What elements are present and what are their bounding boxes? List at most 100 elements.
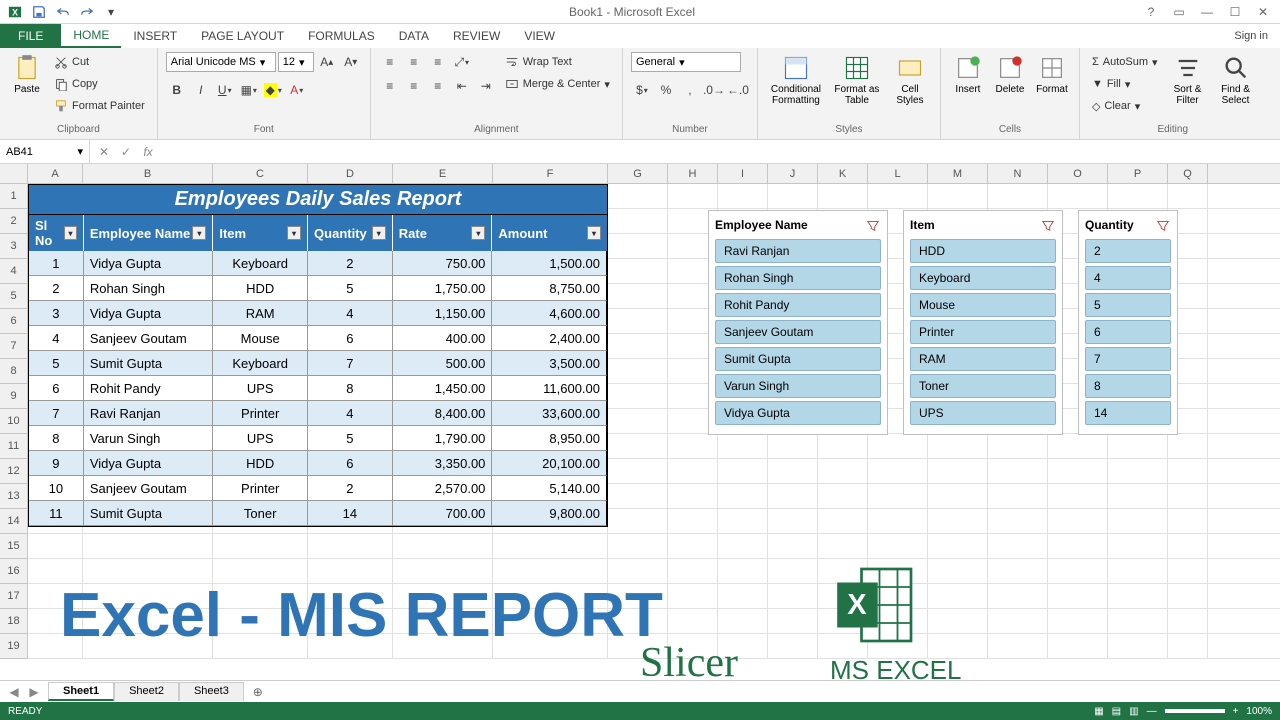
font-size-select[interactable]: 12▾: [278, 52, 314, 72]
cell[interactable]: 8: [29, 426, 84, 451]
autosum-button[interactable]: Σ AutoSum ▾: [1088, 52, 1162, 72]
cell[interactable]: 2,570.00: [393, 476, 493, 501]
fill-color-button[interactable]: ◆: [262, 80, 284, 100]
view-normal-button[interactable]: ▦: [1094, 706, 1103, 717]
cell[interactable]: 500.00: [393, 351, 493, 376]
cell[interactable]: HDD: [213, 451, 308, 476]
border-button[interactable]: ▦: [238, 80, 260, 100]
cell[interactable]: 7: [308, 351, 393, 376]
cell[interactable]: 2,400.00: [492, 326, 607, 351]
tab-page-layout[interactable]: PAGE LAYOUT: [189, 24, 296, 48]
cell[interactable]: Printer: [213, 476, 308, 501]
save-button[interactable]: [28, 2, 50, 22]
slicer-item[interactable]: 8: [1085, 374, 1171, 398]
font-name-select[interactable]: Arial Unicode MS▾: [166, 52, 276, 72]
slicer-quantity[interactable]: Quantity24567814: [1078, 210, 1178, 435]
row-header[interactable]: 1: [0, 184, 28, 209]
percent-button[interactable]: %: [655, 80, 677, 100]
increase-decimal-button[interactable]: .0→: [703, 80, 725, 100]
sign-in-link[interactable]: Sign in: [1222, 24, 1280, 48]
column-header[interactable]: P: [1108, 164, 1168, 183]
cell[interactable]: HDD: [213, 276, 308, 301]
clear-filter-icon[interactable]: [1040, 217, 1056, 233]
cell[interactable]: RAM: [213, 301, 308, 326]
tab-insert[interactable]: INSERT: [121, 24, 189, 48]
row-header[interactable]: 14: [0, 509, 28, 534]
slicer-item[interactable]: 5: [1085, 293, 1171, 317]
minimize-button[interactable]: —: [1194, 3, 1220, 21]
tab-view[interactable]: VIEW: [512, 24, 567, 48]
row-header[interactable]: 10: [0, 409, 28, 434]
bold-button[interactable]: B: [166, 80, 188, 100]
cell[interactable]: 700.00: [393, 501, 493, 526]
table-row[interactable]: 6Rohit PandyUPS81,450.0011,600.00: [29, 376, 607, 401]
column-header-employee-name[interactable]: Employee Name▾: [84, 215, 214, 251]
cell[interactable]: 20,100.00: [492, 451, 607, 476]
zoom-in-button[interactable]: +: [1233, 706, 1239, 717]
cell[interactable]: 8,400.00: [393, 401, 493, 426]
merge-center-button[interactable]: Merge & Center ▾: [501, 74, 614, 94]
cell[interactable]: 5: [308, 276, 393, 301]
file-tab[interactable]: FILE: [0, 24, 61, 48]
table-row[interactable]: 10Sanjeev GoutamPrinter22,570.005,140.00: [29, 476, 607, 501]
tab-review[interactable]: REVIEW: [441, 24, 512, 48]
format-as-table-button[interactable]: Format as Table: [830, 52, 884, 108]
cell[interactable]: 33,600.00: [492, 401, 607, 426]
align-right-button[interactable]: ≡: [427, 76, 449, 96]
name-box[interactable]: AB41▾: [0, 140, 90, 163]
help-button[interactable]: ?: [1138, 3, 1164, 21]
zoom-slider[interactable]: [1165, 709, 1225, 713]
cell[interactable]: Vidya Gupta: [84, 251, 214, 276]
slicer-item[interactable]: 2: [1085, 239, 1171, 263]
indent-inc-button[interactable]: ⇥: [475, 76, 497, 96]
row-header[interactable]: 9: [0, 384, 28, 409]
row-header[interactable]: 18: [0, 609, 28, 634]
cell[interactable]: 3,350.00: [393, 451, 493, 476]
slicer-item[interactable]: 6: [1085, 320, 1171, 344]
view-pagebreak-button[interactable]: ▥: [1129, 706, 1138, 717]
zoom-out-button[interactable]: —: [1147, 706, 1157, 717]
cell[interactable]: Vidya Gupta: [84, 301, 214, 326]
row-header[interactable]: 4: [0, 259, 28, 284]
accounting-format-button[interactable]: $: [631, 80, 653, 100]
sheet-tab-sheet2[interactable]: Sheet2: [114, 682, 179, 701]
slicer-item[interactable]: Vidya Gupta: [715, 401, 881, 425]
table-row[interactable]: 5Sumit GuptaKeyboard7500.003,500.00: [29, 351, 607, 376]
column-header[interactable]: I: [718, 164, 768, 183]
column-header-rate[interactable]: Rate▾: [393, 215, 493, 251]
slicer-item[interactable]: HDD: [910, 239, 1056, 263]
undo-button[interactable]: [52, 2, 74, 22]
fx-button[interactable]: fx: [138, 142, 158, 162]
cell[interactable]: 3,500.00: [492, 351, 607, 376]
cell[interactable]: 4: [29, 326, 84, 351]
cell[interactable]: Rohan Singh: [84, 276, 214, 301]
filter-icon[interactable]: ▾: [192, 226, 206, 240]
qat-customize-icon[interactable]: ▾: [100, 2, 122, 22]
cell[interactable]: UPS: [213, 376, 308, 401]
filter-icon[interactable]: ▾: [64, 226, 77, 240]
indent-dec-button[interactable]: ⇤: [451, 76, 473, 96]
row-header[interactable]: 19: [0, 634, 28, 659]
table-row[interactable]: 11Sumit GuptaToner14700.009,800.00: [29, 501, 607, 526]
slicer-item[interactable]: UPS: [910, 401, 1056, 425]
clear-filter-icon[interactable]: [1155, 217, 1171, 233]
zoom-level[interactable]: 100%: [1246, 706, 1272, 717]
slicer-item[interactable]: Printer: [910, 320, 1056, 344]
underline-button[interactable]: U: [214, 80, 236, 100]
orientation-button[interactable]: ⤢: [451, 52, 473, 72]
column-header-amount[interactable]: Amount▾: [492, 215, 607, 251]
number-format-select[interactable]: General▾: [631, 52, 741, 72]
cell[interactable]: Mouse: [213, 326, 308, 351]
cell[interactable]: 2: [29, 276, 84, 301]
comma-button[interactable]: ,: [679, 80, 701, 100]
column-header[interactable]: E: [393, 164, 493, 183]
slicer-employee-name[interactable]: Employee NameRavi RanjanRohan SinghRohit…: [708, 210, 888, 435]
cell[interactable]: 5,140.00: [492, 476, 607, 501]
row-header[interactable]: 17: [0, 584, 28, 609]
cell[interactable]: Vidya Gupta: [84, 451, 214, 476]
wrap-text-button[interactable]: Wrap Text: [501, 52, 614, 72]
new-sheet-button[interactable]: ⊕: [248, 682, 268, 702]
cell[interactable]: Sumit Gupta: [84, 351, 214, 376]
clear-filter-icon[interactable]: [865, 217, 881, 233]
filter-icon[interactable]: ▾: [287, 226, 301, 240]
